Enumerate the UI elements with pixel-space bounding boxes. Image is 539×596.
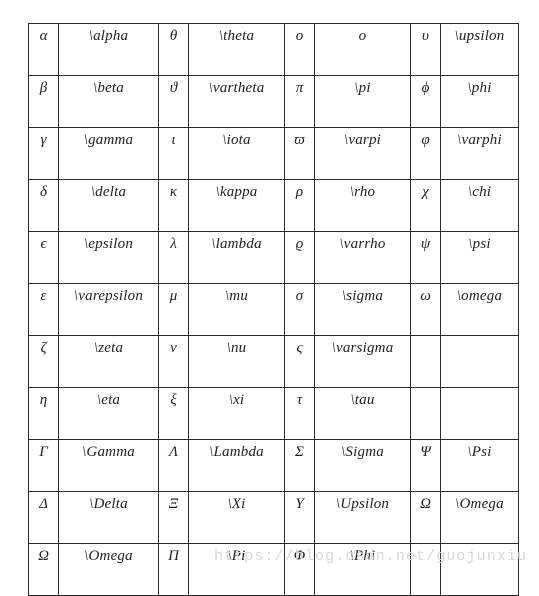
latex-command-cell: \upsilon [440,23,519,76]
table-row: η \eta ξ \xi τ \tau [28,387,519,440]
greek-symbol-cell: o [284,23,315,76]
greek-symbol-cell: θ [158,23,189,76]
greek-symbol-cell: Δ [28,491,59,544]
latex-greek-letters-table: α \alpha θ \theta o o υ \upsilon β \beta ϑ \varthet… [28,23,519,596]
table-row: ϵ \epsilon λ \lambda ϱ \varrho ψ \psi [28,231,519,284]
latex-command-cell: \gamma [58,127,159,180]
greek-symbol-cell: π [284,75,315,128]
greek-symbol-cell: λ [158,231,189,284]
greek-symbol-cell: υ [410,23,441,76]
latex-command-cell: \varrho [314,231,411,284]
greek-symbol-cell: δ [28,179,59,232]
greek-symbol-cell: γ [28,127,59,180]
latex-command-cell: \theta [188,23,285,76]
greek-symbol-cell: ϖ [284,127,315,180]
greek-symbol-cell: α [28,23,59,76]
latex-command-cell: \Psi [440,439,519,492]
greek-symbol-cell: Ξ [158,491,189,544]
latex-command-cell: \varphi [440,127,519,180]
latex-command-cell: \beta [58,75,159,128]
latex-command-cell: \Gamma [58,439,159,492]
greek-symbol-cell: Ω [28,543,59,596]
latex-command-cell: \delta [58,179,159,232]
greek-symbol-cell: Υ [284,491,315,544]
watermark-url: https://blog.csdn.net/guojunxiu [214,548,528,565]
latex-command-cell: \Lambda [188,439,285,492]
latex-command-cell: \varsigma [314,335,411,388]
greek-symbol-cell: κ [158,179,189,232]
latex-command-cell: \epsilon [58,231,159,284]
greek-symbol-cell: Σ [284,439,315,492]
greek-symbol-cell: ϵ [28,231,59,284]
latex-command-cell: \pi [314,75,411,128]
table-row: Γ \Gamma Λ \Lambda Σ \Sigma Ψ \Psi [28,439,519,492]
greek-symbol-cell: ω [410,283,441,336]
empty-cell [410,387,441,440]
latex-command-cell: \Delta [58,491,159,544]
table-row: Δ \Delta Ξ \Xi Υ \Upsilon Ω \Omega [28,491,519,544]
greek-symbol-cell: Ψ [410,439,441,492]
latex-command-cell: \sigma [314,283,411,336]
latex-command-cell: \varepsilon [58,283,159,336]
empty-cell [410,335,441,388]
greek-symbol-cell: ε [28,283,59,336]
greek-symbol-cell: β [28,75,59,128]
latex-command-cell: \Omega [440,491,519,544]
greek-symbol-cell: η [28,387,59,440]
greek-symbol-cell: ι [158,127,189,180]
latex-command-cell: \omega [440,283,519,336]
latex-command-cell: \Omega [58,543,159,596]
latex-command-cell: \tau [314,387,411,440]
greek-symbol-cell: ν [158,335,189,388]
greek-symbol-cell: σ [284,283,315,336]
table-body: α \alpha θ \theta o o υ \upsilon β \beta ϑ \varthet… [28,23,519,596]
table-row: ε \varepsilon μ \mu σ \sigma ω \omega [28,283,519,336]
latex-command-cell: \xi [188,387,285,440]
greek-symbol-cell: ζ [28,335,59,388]
latex-command-cell: \varpi [314,127,411,180]
latex-command-cell: \iota [188,127,285,180]
latex-command-cell: \phi [440,75,519,128]
greek-symbol-cell: ς [284,335,315,388]
greek-symbol-cell: τ [284,387,315,440]
latex-command-cell: \kappa [188,179,285,232]
latex-command-cell: \Upsilon [314,491,411,544]
latex-command-cell: \lambda [188,231,285,284]
latex-command-cell: \mu [188,283,285,336]
greek-symbol-cell: Ω [410,491,441,544]
latex-command-cell: \vartheta [188,75,285,128]
greek-symbol-cell: ρ [284,179,315,232]
latex-command-cell: \nu [188,335,285,388]
greek-symbol-cell: φ [410,127,441,180]
latex-command-cell: \zeta [58,335,159,388]
table-row: γ \gamma ι \iota ϖ \varpi φ \varphi [28,127,519,180]
greek-symbol-cell: ϕ [410,75,441,128]
greek-symbol-cell: Λ [158,439,189,492]
greek-symbol-cell: ψ [410,231,441,284]
latex-command-cell: \rho [314,179,411,232]
greek-symbol-cell: ϱ [284,231,315,284]
empty-cell [440,387,519,440]
latex-command-cell: \eta [58,387,159,440]
latex-command-cell: \alpha [58,23,159,76]
greek-symbol-cell: ϑ [158,75,189,128]
greek-symbol-cell: Γ [28,439,59,492]
table-row: ζ \zeta ν \nu ς \varsigma [28,335,519,388]
latex-command-cell: \chi [440,179,519,232]
table-row: α \alpha θ \theta o o υ \upsilon [28,23,519,76]
greek-symbol-cell: ξ [158,387,189,440]
greek-symbol-cell: Π [158,543,189,596]
greek-symbol-cell: μ [158,283,189,336]
table-row: β \beta ϑ \vartheta π \pi ϕ \phi [28,75,519,128]
greek-symbol-cell: χ [410,179,441,232]
latex-command-cell: \Xi [188,491,285,544]
table-row: δ \delta κ \kappa ρ \rho χ \chi [28,179,519,232]
empty-cell [440,335,519,388]
latex-command-cell: \Sigma [314,439,411,492]
latex-command-cell: \psi [440,231,519,284]
latex-command-cell: o [314,23,411,76]
